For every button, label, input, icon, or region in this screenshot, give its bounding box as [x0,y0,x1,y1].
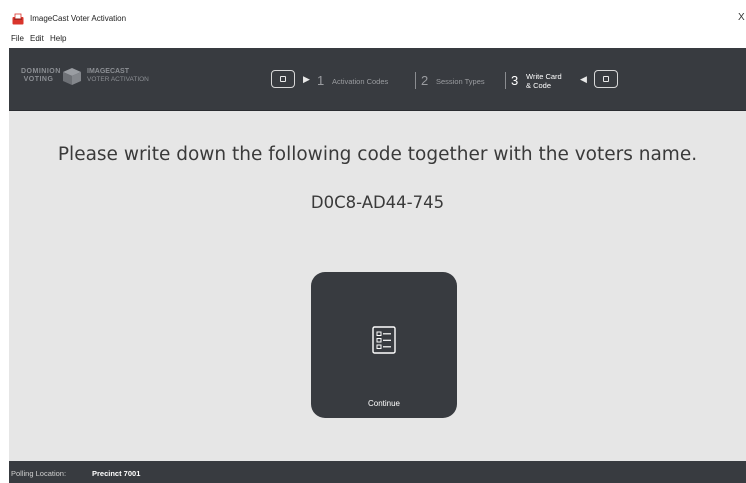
dominion-logo-text: DOMINION VOTING [21,68,61,83]
step-divider [505,72,506,89]
main-content: Please write down the following code tog… [9,111,746,461]
window-title: ImageCast Voter Activation [30,14,127,23]
step-1-number: 1 [317,73,325,88]
continue-label: Continue [367,399,401,408]
left-arrow-icon: ◀ [580,74,587,84]
next-button[interactable] [594,70,618,88]
step-divider [415,72,416,89]
imagecast-logo-text: IMAGECAST VOTER ACTIVATION [87,68,149,83]
back-button[interactable] [271,70,295,88]
step-3-label: Write Card & Code [526,72,562,90]
next-box-icon [603,76,609,82]
polling-location-label: Polling Location: [11,469,67,478]
step-2-label: Session Types [436,77,485,86]
back-box-icon [280,76,286,82]
activation-code: D0C8-AD44-745 [310,193,445,212]
menu-bar: File Edit Help [9,30,746,48]
close-button[interactable]: X [738,12,746,23]
title-bar: ImageCast Voter Activation X [9,9,746,30]
status-bar: Polling Location: Precinct 7001 [9,461,746,483]
step-1-label: Activation Codes [332,77,389,86]
right-arrow-icon: ▶ [303,74,310,84]
step-3-number: 3 [511,73,519,88]
step-2-number: 2 [421,73,429,88]
menu-help[interactable]: Help [50,34,66,43]
continue-button[interactable]: Continue [311,272,457,418]
brand-mark-icon [63,68,81,85]
menu-edit[interactable]: Edit [30,34,44,43]
wizard-header: DOMINION VOTING IMAGECAST VOTER ACTIVATI… [9,48,746,111]
app-window: ImageCast Voter Activation X File Edit H… [9,9,746,483]
checklist-icon [372,326,396,354]
instruction-text: Please write down the following code tog… [57,144,698,165]
menu-file[interactable]: File [11,34,24,43]
ballot-box-icon [12,13,24,25]
polling-location-value: Precinct 7001 [92,469,141,478]
